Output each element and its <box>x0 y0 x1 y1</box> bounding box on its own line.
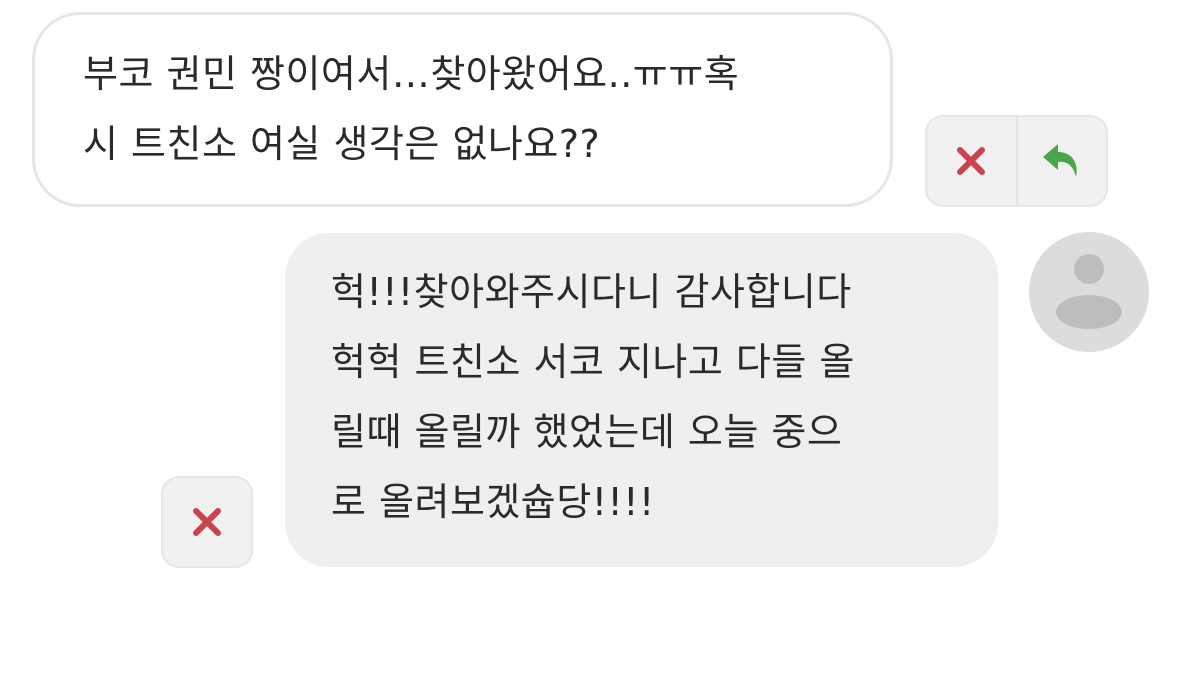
message-line: 릴때 올릴까 했었는데 오늘 중으 <box>331 410 843 454</box>
avatar[interactable] <box>1029 232 1149 352</box>
outgoing-message-bubble: 헉!!!찾아와주시다니 감사합니다 헉헉 트친소 서코 지나고 다들 올 릴때 … <box>285 233 998 567</box>
incoming-message-actions <box>925 115 1108 207</box>
reply-button[interactable] <box>1015 117 1107 205</box>
close-icon <box>957 147 986 175</box>
delete-button[interactable] <box>163 478 251 566</box>
delete-button[interactable] <box>927 117 1016 205</box>
message-line: 시 트친소 여실 생각은 없나요?? <box>83 122 601 166</box>
incoming-message-bubble: 부코 권민 짱이여서…찾아왔어요..ㅠㅠ혹 시 트친소 여실 생각은 없나요?? <box>32 12 893 207</box>
outgoing-message-actions <box>161 476 253 568</box>
message-line: 로 올려보겠슙당!!!! <box>331 480 655 524</box>
message-line: 헉!!!찾아와주시다니 감사합니다 <box>331 270 852 314</box>
message-line: 부코 권민 짱이여서…찾아왔어요..ㅠㅠ혹 <box>83 52 740 96</box>
reply-icon <box>1042 144 1077 177</box>
message-line: 헉헉 트친소 서코 지나고 다들 올 <box>331 340 855 384</box>
user-avatar-icon <box>1056 254 1122 329</box>
close-icon <box>193 508 221 536</box>
